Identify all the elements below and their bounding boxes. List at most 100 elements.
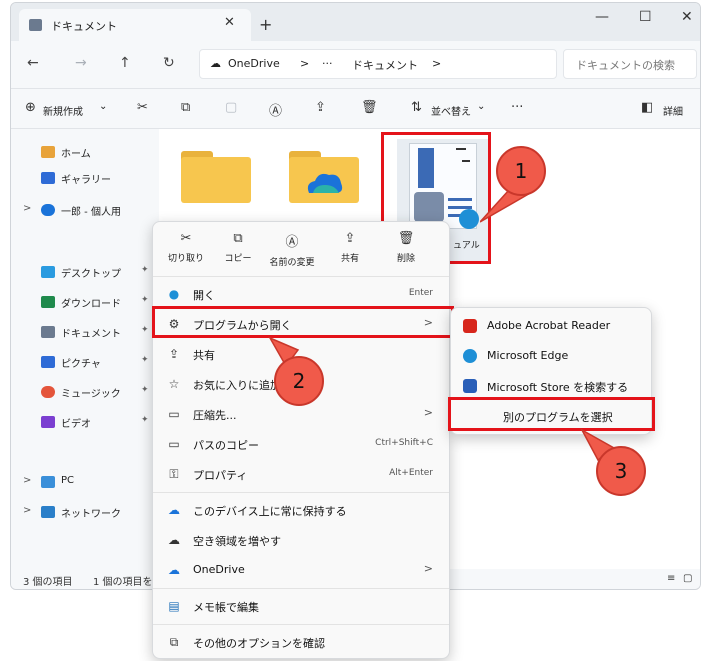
menu-item-label: 圧縮先... [193, 409, 237, 422]
wrench-icon: ⚿ [169, 467, 179, 481]
list-view-icon[interactable]: ≡ [667, 573, 675, 584]
menu-item-more-options[interactable]: ⧉ その他のオプションを確認 [157, 628, 445, 656]
breadcrumb[interactable]: ☁ OneDrive > ··· ドキュメント > [199, 49, 557, 79]
details-button[interactable]: 詳細 [663, 103, 683, 118]
menu-item-edit-notepad[interactable]: ▤ メモ帳で編集 [157, 592, 445, 620]
rename-button[interactable]: Ⓐ 名前の変更 [265, 228, 319, 272]
highlight-box-2 [152, 306, 454, 338]
submenu-item-label: Microsoft Store を検索する [487, 381, 629, 394]
sidebar-item-home[interactable]: ホーム [23, 143, 153, 163]
sidebar-item-label: ホーム [61, 149, 91, 160]
new-tab-button[interactable]: + [259, 15, 272, 34]
details-pane-icon[interactable]: ◧ [641, 100, 653, 115]
tab-documents[interactable]: ドキュメント ✕ [19, 9, 251, 41]
navigation-pane: ホーム ギャラリー > 一郎 - 個人用 デスクトップ ✦ ダウンロード ✦ ド… [11, 129, 159, 569]
menu-separator [153, 588, 449, 589]
chevron-right-icon: > [423, 406, 433, 419]
expand-icon[interactable]: > [23, 203, 31, 214]
expand-icon[interactable]: > [23, 505, 31, 516]
share-button[interactable]: ⇪ 共有 [323, 228, 377, 272]
store-icon [463, 379, 477, 393]
menu-item-free-space[interactable]: ☁ 空き領域を増やす [157, 526, 445, 554]
sidebar-item-music[interactable]: ミュージック ✦ [23, 383, 153, 403]
tile-view-icon[interactable]: ▢ [683, 573, 692, 584]
sidebar-item-gallery[interactable]: ギャラリー [23, 169, 153, 189]
sidebar-item-label: デスクトップ [61, 269, 121, 280]
sidebar-item-onedrive[interactable]: > 一郎 - 個人用 [23, 201, 153, 221]
pictures-icon [41, 356, 55, 368]
menu-item-label: メモ帳で編集 [193, 601, 259, 614]
forward-button[interactable]: → [75, 55, 87, 71]
folder-item[interactable] [181, 151, 251, 203]
chevron-right-icon: > [423, 562, 433, 575]
sidebar-item-network[interactable]: > ネットワーク [23, 503, 153, 523]
menu-item-label: OneDrive [193, 563, 245, 576]
minimize-button[interactable]: — [595, 9, 609, 25]
submenu-item-acrobat[interactable]: Adobe Acrobat Reader [455, 312, 649, 340]
menu-item-properties[interactable]: ⚿ プロパティ Alt+Enter [157, 460, 445, 488]
callout-1: 1 [496, 146, 546, 196]
sidebar-item-label: ドキュメント [61, 329, 121, 340]
more-options-button[interactable]: ··· [511, 100, 523, 115]
more-options-icon: ⧉ [169, 635, 179, 649]
menu-item-open[interactable]: ● 開く Enter [157, 280, 445, 308]
delete-label: 削除 [396, 254, 415, 264]
paste-icon[interactable]: ▢ [225, 100, 237, 115]
cut-icon[interactable]: ✂ [137, 100, 148, 115]
new-icon[interactable]: ⊕ [25, 100, 36, 115]
cut-button[interactable]: ✂ 切り取り [159, 228, 213, 272]
back-button[interactable]: ← [27, 55, 39, 71]
delete-button[interactable]: 🗑 削除 [379, 228, 433, 272]
menu-item-keep-on-device[interactable]: ☁ このデバイス上に常に保持する [157, 496, 445, 524]
up-button[interactable]: ↑ [119, 55, 131, 71]
submenu-item-label: Microsoft Edge [487, 349, 569, 362]
share-icon: ⇪ [168, 347, 180, 361]
search-input[interactable]: ドキュメントの検索 [563, 49, 697, 79]
copy-button[interactable]: ⧉ コピー [211, 228, 265, 272]
title-bar: ドキュメント ✕ + — ☐ ✕ [11, 3, 700, 41]
menu-item-label: このデバイス上に常に保持する [193, 505, 347, 518]
edge-icon: ● [168, 287, 180, 301]
sidebar-item-downloads[interactable]: ダウンロード ✦ [23, 293, 153, 313]
menu-item-label: パスのコピー [193, 439, 259, 452]
breadcrumb-separator: > [432, 57, 442, 70]
highlight-box-3 [448, 397, 655, 431]
sort-button[interactable]: 並べ替え [431, 103, 471, 118]
menu-item-copy-path[interactable]: ▭ パスのコピー Ctrl+Shift+C [157, 430, 445, 458]
pc-icon [41, 476, 55, 488]
cut-icon: ✂ [180, 231, 192, 246]
sidebar-item-documents[interactable]: ドキュメント ✦ [23, 323, 153, 343]
chevron-down-icon: ⌄ [99, 101, 108, 112]
sidebar-item-pictures[interactable]: ピクチャ ✦ [23, 353, 153, 373]
cut-label: 切り取り [167, 254, 204, 264]
rename-icon[interactable]: Ⓐ [269, 100, 282, 119]
copy-icon[interactable]: ⧉ [181, 100, 190, 115]
music-icon [41, 386, 55, 398]
menu-item-label: 共有 [193, 349, 215, 362]
sidebar-item-pc[interactable]: > PC [23, 473, 153, 493]
breadcrumb-more[interactable]: ··· [322, 57, 333, 70]
share-icon[interactable]: ⇪ [315, 100, 326, 115]
submenu-item-edge[interactable]: Microsoft Edge [455, 342, 649, 370]
folder-item[interactable] [289, 151, 359, 203]
sort-icon[interactable]: ⇅ [411, 100, 422, 115]
menu-item-onedrive[interactable]: ☁ OneDrive > [157, 556, 445, 584]
maximize-button[interactable]: ☐ [639, 9, 652, 25]
delete-icon[interactable]: 🗑 [361, 100, 378, 115]
submenu-item-label: Adobe Acrobat Reader [487, 319, 611, 332]
home-icon [41, 146, 55, 158]
sidebar-item-videos[interactable]: ビデオ ✦ [23, 413, 153, 433]
pin-icon: ✦ [141, 295, 149, 305]
sidebar-item-desktop[interactable]: デスクトップ ✦ [23, 263, 153, 283]
menu-item-label: 空き領域を増やす [193, 535, 281, 548]
new-button[interactable]: 新規作成 [43, 103, 83, 118]
cloud-check-icon: ☁ [168, 503, 180, 517]
breadcrumb-documents[interactable]: ドキュメント [352, 57, 418, 73]
expand-icon[interactable]: > [23, 475, 31, 486]
sidebar-item-label: ギャラリー [61, 175, 111, 186]
refresh-button[interactable]: ↻ [163, 55, 175, 71]
tab-close-icon[interactable]: ✕ [224, 15, 235, 30]
close-button[interactable]: ✕ [681, 9, 693, 25]
submenu-item-store[interactable]: Microsoft Store を検索する [455, 372, 649, 400]
breadcrumb-onedrive[interactable]: OneDrive [228, 57, 280, 70]
